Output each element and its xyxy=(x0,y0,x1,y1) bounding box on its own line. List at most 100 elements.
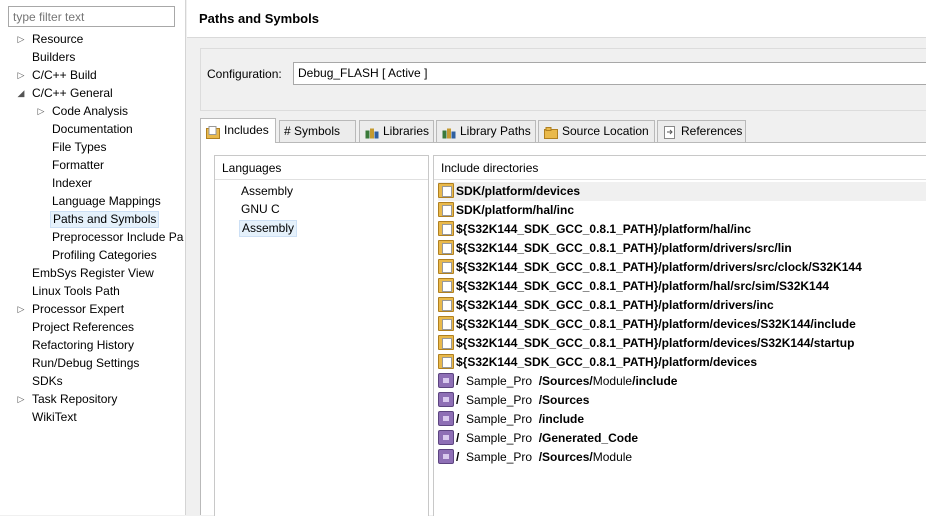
nav-item[interactable]: Refactoring History xyxy=(0,337,186,354)
languages-header: Languages xyxy=(215,156,428,180)
tab-symbols[interactable]: # Symbols xyxy=(279,120,356,142)
include-row[interactable]: ${S32K144_SDK_GCC_0.8.1_PATH}/platform/h… xyxy=(438,277,829,296)
nav-item-label: Task Repository xyxy=(32,392,118,406)
tab-libraries[interactable]: Libraries xyxy=(359,120,434,142)
nav-item[interactable]: ▷ Task Repository xyxy=(0,391,186,408)
nav-item[interactable]: ▷ C/C++ Build xyxy=(0,67,186,84)
nav-item[interactable]: Project References xyxy=(0,319,186,336)
page-header: Paths and Symbols xyxy=(187,0,926,38)
include-path-segment: /include xyxy=(538,412,585,426)
include-row[interactable]: ${S32K144_SDK_GCC_0.8.1_PATH}/platform/d… xyxy=(438,296,774,315)
include-row[interactable]: ${S32K144_SDK_GCC_0.8.1_PATH}/platform/d… xyxy=(438,353,757,372)
include-path-segment: ${S32K144_SDK_GCC_0.8.1_PATH}/platform/h… xyxy=(456,222,752,236)
workspace-project-icon xyxy=(438,392,454,408)
include-row[interactable]: / Sample_Pro /Sources/Module/include xyxy=(438,372,677,391)
references-icon xyxy=(662,125,678,139)
include-folder-icon xyxy=(438,202,454,218)
nav-item[interactable]: EmbSys Register View xyxy=(0,265,186,282)
include-directories-list[interactable]: Include directories SDK/platform/devices… xyxy=(433,155,926,516)
nav-item[interactable]: Indexer xyxy=(0,175,186,192)
nav-item[interactable]: ▷ Processor Expert xyxy=(0,301,186,318)
nav-item[interactable]: ▷ Code Analysis xyxy=(0,103,186,120)
nav-item[interactable]: Builders xyxy=(0,49,186,66)
workspace-project-icon xyxy=(438,449,454,465)
expand-arrow-icon[interactable]: ▷ xyxy=(36,103,46,120)
include-row[interactable]: / Sample_Pro /include xyxy=(438,410,584,429)
property-nav-pane: ▷ Resource Builders ▷ C/C++ Build ◢ C/C++ Gene… xyxy=(0,0,186,515)
nav-item[interactable]: Linux Tools Path xyxy=(0,283,186,300)
tab-label: Libraries xyxy=(383,124,430,138)
include-path-segment: SDK/platform/devices xyxy=(456,184,581,198)
include-path-segment: /Sources/ xyxy=(538,374,593,388)
nav-item-label: Run/Debug Settings xyxy=(32,356,140,370)
expand-arrow-icon[interactable]: ▷ xyxy=(16,31,26,48)
include-folder-icon xyxy=(438,316,454,332)
nav-item[interactable]: Language Mappings xyxy=(0,193,186,210)
include-path-segment: Sample_Pro xyxy=(459,412,539,426)
source-location-icon xyxy=(543,125,559,139)
nav-item[interactable]: Profiling Categories xyxy=(0,247,186,264)
nav-item[interactable]: Formatter xyxy=(0,157,186,174)
configuration-select[interactable]: Debug_FLASH [ Active ] xyxy=(293,62,926,85)
include-row[interactable]: / Sample_Pro /Generated_Code xyxy=(438,429,638,448)
include-path-segment: /Generated_Code xyxy=(538,431,639,445)
include-row[interactable]: ${S32K144_SDK_GCC_0.8.1_PATH}/platform/d… xyxy=(438,334,854,353)
include-path-segment: /Sources xyxy=(538,393,590,407)
expand-arrow-icon[interactable]: ▷ xyxy=(16,67,26,84)
properties-page: Paths and Symbols Configuration: Debug_F… xyxy=(187,0,926,516)
tab-includes[interactable]: Includes xyxy=(200,118,276,143)
nav-item[interactable]: Run/Debug Settings xyxy=(0,355,186,372)
language-item[interactable]: GNU C xyxy=(239,202,282,219)
nav-item[interactable]: Paths and Symbols xyxy=(0,211,186,228)
include-path-segment: ${S32K144_SDK_GCC_0.8.1_PATH}/platform/d… xyxy=(456,298,774,312)
filter-input[interactable] xyxy=(8,6,175,27)
nav-item[interactable]: ▷ Resource xyxy=(0,31,186,48)
nav-item[interactable]: Preprocessor Include Pa xyxy=(0,229,186,246)
include-row[interactable]: ${S32K144_SDK_GCC_0.8.1_PATH}/platform/d… xyxy=(438,239,792,258)
languages-list[interactable]: Languages Assembly GNU C Assembly xyxy=(214,155,429,516)
include-path-segment: ${S32K144_SDK_GCC_0.8.1_PATH}/platform/d… xyxy=(456,260,862,274)
language-item-selected[interactable]: Assembly xyxy=(239,220,298,237)
include-folder-icon xyxy=(438,278,454,294)
expand-arrow-icon[interactable]: ▷ xyxy=(16,391,26,408)
include-folder-icon xyxy=(438,259,454,275)
include-path-segment: ${S32K144_SDK_GCC_0.8.1_PATH}/platform/d… xyxy=(456,355,758,369)
tab-label: Includes xyxy=(224,123,269,137)
nav-item[interactable]: WikiText xyxy=(0,409,186,426)
nav-item[interactable]: ◢ C/C++ General xyxy=(0,85,186,102)
include-directories-header: Include directories xyxy=(434,156,926,180)
nav-item-label: Paths and Symbols xyxy=(50,211,160,228)
workspace-project-icon xyxy=(438,373,454,389)
include-path-segment: Sample_Pro xyxy=(459,431,539,445)
include-row[interactable]: ${S32K144_SDK_GCC_0.8.1_PATH}/platform/h… xyxy=(438,220,751,239)
nav-item-label: Formatter xyxy=(52,158,105,172)
include-row[interactable]: / Sample_Pro /Sources/Module xyxy=(438,448,632,467)
tab-library-paths[interactable]: Library Paths xyxy=(436,120,536,142)
include-row[interactable]: / Sample_Pro /Sources xyxy=(438,391,589,410)
expand-arrow-icon[interactable]: ▷ xyxy=(16,301,26,318)
nav-item-label: WikiText xyxy=(32,410,77,424)
nav-item[interactable]: SDKs xyxy=(0,373,186,390)
include-path-segment: /include xyxy=(632,374,678,388)
includes-icon xyxy=(205,124,221,139)
nav-item-label: Code Analysis xyxy=(52,104,129,118)
tab-references[interactable]: References xyxy=(657,120,746,142)
include-row[interactable]: SDK/platform/devices xyxy=(438,182,926,201)
tab-label: # Symbols xyxy=(284,124,341,138)
include-row[interactable]: ${S32K144_SDK_GCC_0.8.1_PATH}/platform/d… xyxy=(438,315,856,334)
include-path-segment: /Sources/ xyxy=(538,450,593,464)
nav-item[interactable]: Documentation xyxy=(0,121,186,138)
nav-item-label: Builders xyxy=(32,50,76,64)
nav-item-label: Resource xyxy=(32,32,84,46)
nav-item-label: File Types xyxy=(52,140,107,154)
workspace-project-icon xyxy=(438,430,454,446)
tab-source-location[interactable]: Source Location xyxy=(538,120,655,142)
nav-item[interactable]: File Types xyxy=(0,139,186,156)
include-path-segment: ${S32K144_SDK_GCC_0.8.1_PATH}/platform/d… xyxy=(456,241,792,255)
collapse-arrow-icon[interactable]: ◢ xyxy=(16,85,26,102)
nav-item-label: Project References xyxy=(32,320,135,334)
language-item[interactable]: Assembly xyxy=(239,184,295,201)
tab-label: Source Location xyxy=(562,124,649,138)
include-row[interactable]: ${S32K144_SDK_GCC_0.8.1_PATH}/platform/d… xyxy=(438,258,862,277)
include-row[interactable]: SDK/platform/hal/inc xyxy=(438,201,574,220)
